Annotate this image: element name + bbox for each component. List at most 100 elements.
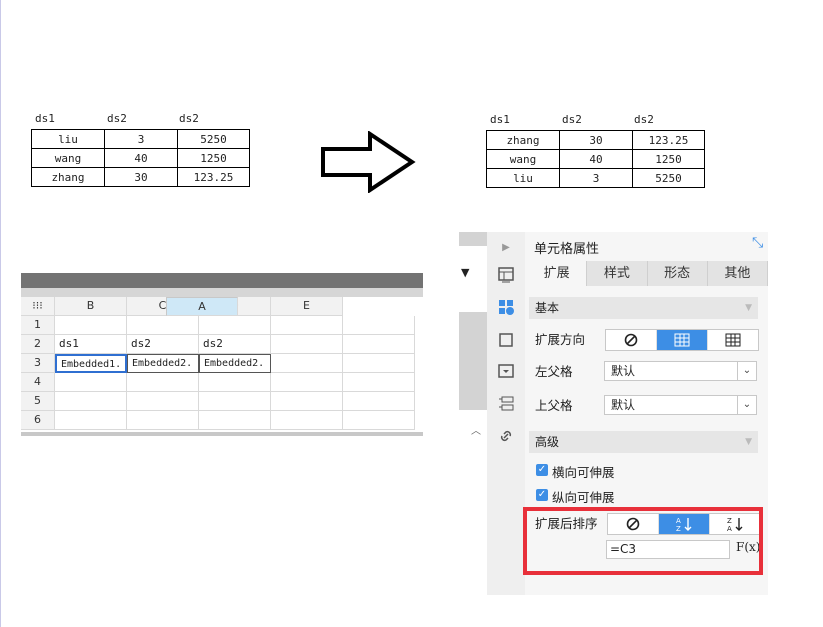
panel-title: 单元格属性	[534, 242, 600, 257]
border-icon[interactable]	[497, 331, 515, 349]
format-brush-icon: ▼	[461, 266, 470, 279]
cell[interactable]	[343, 373, 415, 392]
table-row: wang 40 1250	[486, 149, 705, 169]
no-expand-option[interactable]	[606, 330, 657, 350]
cell-a3[interactable]: Embedded1.	[55, 354, 127, 373]
header-ds2: ds2	[562, 113, 582, 126]
cell[interactable]	[271, 373, 343, 392]
cell[interactable]	[271, 411, 343, 430]
tab-form[interactable]: 形态	[648, 261, 708, 286]
chevron-down-icon: ▼	[745, 303, 752, 313]
cell-a1[interactable]	[55, 316, 127, 335]
top-parent-select[interactable]: 默认 ⌄	[604, 395, 757, 415]
header-ds2-b: ds2	[179, 112, 199, 125]
no-entry-icon	[624, 333, 638, 347]
cell[interactable]	[127, 411, 199, 430]
vertical-expand-label: 纵向可伸展	[552, 490, 615, 505]
sheet-row-6: 6	[21, 411, 415, 430]
cell-d2[interactable]	[271, 335, 343, 354]
panel-tabs: 扩展 样式 形态 其他	[527, 261, 768, 286]
basic-section-header[interactable]: 基本 ▼	[529, 297, 758, 319]
cell[interactable]	[199, 373, 271, 392]
table-cell: liu	[486, 168, 560, 188]
table-cell: 30	[559, 130, 633, 150]
left-parent-label: 左父格	[535, 364, 573, 379]
row-header[interactable]: 5	[21, 392, 55, 411]
table-cell: wang	[486, 149, 560, 169]
cell[interactable]	[55, 411, 127, 430]
cell[interactable]	[55, 392, 127, 411]
cell-c2[interactable]: ds2	[199, 335, 271, 354]
table-cell: 1250	[177, 148, 250, 168]
row-header[interactable]: 3	[21, 354, 55, 373]
expand-arrow-icon[interactable]: ▶	[497, 238, 515, 256]
vertical-expand-option[interactable]	[657, 330, 708, 350]
cell[interactable]	[199, 392, 271, 411]
grid-icon	[725, 333, 741, 347]
horizontal-expand-option[interactable]	[708, 330, 758, 350]
basic-section-title: 基本	[535, 301, 560, 315]
row-header[interactable]: 2	[21, 335, 55, 354]
tab-style[interactable]: 样式	[587, 261, 648, 286]
tab-expand[interactable]: 扩展	[527, 261, 588, 286]
column-header-e[interactable]: E	[271, 297, 343, 316]
table-row: zhang 30 123.25	[31, 167, 250, 187]
toolbar-strip-lower	[21, 288, 423, 297]
highlight-box	[523, 507, 763, 575]
cell[interactable]	[127, 373, 199, 392]
cell-properties-icon[interactable]	[497, 298, 515, 316]
row-header[interactable]: 1	[21, 316, 55, 335]
table-cell: zhang	[31, 167, 105, 187]
cell[interactable]	[343, 411, 415, 430]
table-cell: 5250	[632, 168, 705, 188]
column-header-a[interactable]: A	[166, 297, 238, 316]
table-cell: 123.25	[177, 167, 250, 187]
row-header[interactable]: 4	[21, 373, 55, 392]
sheet-row-2: 2 ds1 ds2 ds2	[21, 335, 415, 354]
cell-b1[interactable]	[127, 316, 199, 335]
cell-e1[interactable]	[343, 316, 415, 335]
chevron-down-icon: ▼	[745, 437, 752, 447]
collapse-panel-icon[interactable]: ⤡	[752, 235, 763, 251]
advanced-section-header[interactable]: 高级 ▼	[529, 431, 758, 453]
column-header-b[interactable]: B	[55, 297, 127, 316]
cell-b3[interactable]: Embedded2.	[127, 354, 199, 373]
cell[interactable]	[55, 373, 127, 392]
cell-d3[interactable]	[271, 354, 343, 373]
row-header[interactable]: 6	[21, 411, 55, 430]
cell-e2[interactable]	[343, 335, 415, 354]
sheet-row-1: 1	[21, 316, 415, 335]
spreadsheet: ⁝⁝⁝ A B C D E 1 2 ds1 ds2 ds2 3 Embedded…	[21, 273, 423, 436]
cell-c3[interactable]: Embedded2.	[199, 354, 271, 373]
cell[interactable]	[343, 392, 415, 411]
vertical-expand-checkbox[interactable]: ✓	[536, 489, 548, 501]
table-cell: liu	[31, 129, 105, 149]
after-table: zhang 30 123.25 wang 40 1250 liu 3 5250	[486, 130, 705, 188]
cell-e3[interactable]	[343, 354, 415, 373]
sheet-row-5: 5	[21, 392, 415, 411]
cell[interactable]	[127, 392, 199, 411]
table-cell: zhang	[486, 130, 560, 150]
select-all-corner[interactable]: ⁝⁝⁝	[21, 297, 55, 316]
column-header-row: ⁝⁝⁝ A B C D E	[21, 297, 415, 316]
tab-other[interactable]: 其他	[708, 261, 768, 286]
sheet-bottom-border	[21, 432, 423, 436]
cell[interactable]	[199, 411, 271, 430]
side-icon-bar	[487, 232, 525, 595]
left-parent-select[interactable]: 默认 ⌄	[604, 361, 757, 381]
hyperlink-icon[interactable]	[497, 427, 515, 445]
template-icon[interactable]	[497, 266, 515, 284]
collapse-up-icon[interactable]: ︿	[471, 422, 481, 437]
cell[interactable]	[271, 392, 343, 411]
page-left-border	[0, 0, 1, 627]
table-row: liu 3 5250	[31, 129, 250, 149]
cell-b2[interactable]: ds2	[127, 335, 199, 354]
cell-c1[interactable]	[199, 316, 271, 335]
cell-d1[interactable]	[271, 316, 343, 335]
header-ds2: ds2	[107, 112, 127, 125]
cell-a2[interactable]: ds1	[55, 335, 127, 354]
horizontal-expand-checkbox[interactable]: ✓	[536, 464, 548, 476]
widget-icon[interactable]	[497, 362, 515, 380]
expand-direction-label: 扩展方向	[535, 332, 586, 347]
condition-icon[interactable]	[497, 395, 515, 413]
